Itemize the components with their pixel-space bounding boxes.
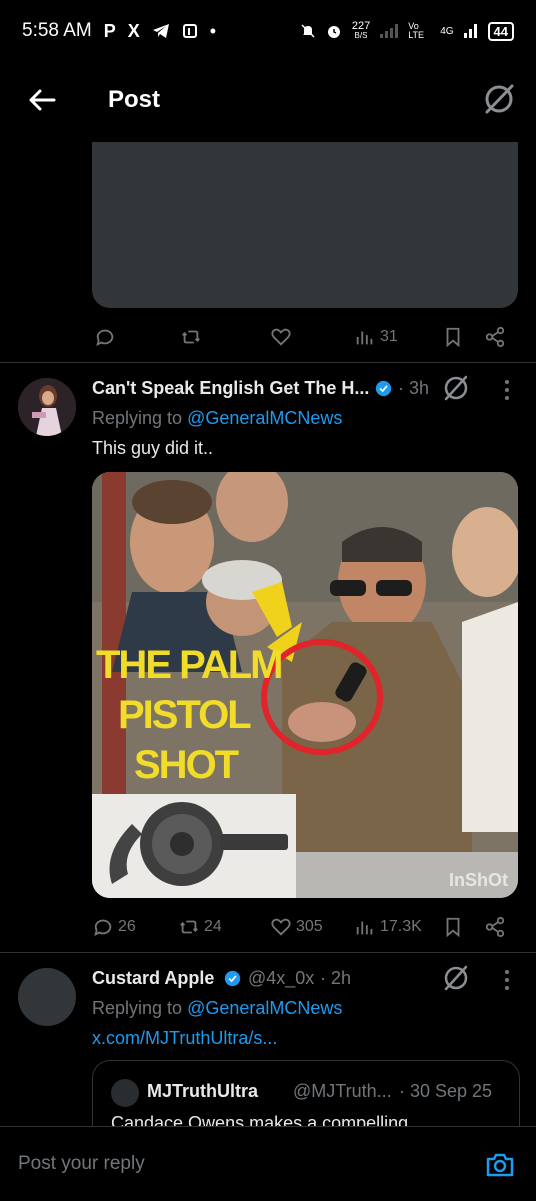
- reply-bar: Post your reply: [0, 1126, 536, 1201]
- share-button[interactable]: [484, 326, 506, 348]
- reply-icon: [94, 919, 112, 937]
- heart-icon: [271, 328, 291, 346]
- top-bar: Post: [0, 62, 536, 142]
- replying-handle-link[interactable]: @GeneralMCNews: [187, 408, 342, 428]
- share-icon: [485, 916, 505, 938]
- quote-time: · 30 Sep 25: [399, 1081, 493, 1101]
- views-icon: [356, 921, 373, 935]
- reply-count: 26: [118, 918, 136, 935]
- bookmark-icon: [446, 917, 460, 938]
- data-speed: 227 B/S: [351, 20, 371, 41]
- tweet-link[interactable]: x.com/MJTruthUltra/s...: [92, 1028, 277, 1049]
- network-4g: 4G: [440, 25, 454, 37]
- share-icon: [485, 326, 505, 348]
- telegram-icon: [152, 24, 169, 38]
- back-arrow-icon[interactable]: [26, 84, 58, 116]
- tweet-time: · 2h: [320, 968, 352, 988]
- dot-icon: •: [209, 20, 217, 41]
- like-button[interactable]: 305: [270, 916, 323, 938]
- battery-indicator: 44: [487, 21, 514, 41]
- repost-button[interactable]: 24: [178, 916, 222, 938]
- status-time: 5:58 AM: [22, 20, 92, 41]
- bookmark-button[interactable]: [442, 326, 464, 348]
- replying-to: Replying to @GeneralMCNews: [92, 998, 343, 1018]
- post-actions-bar: 31: [92, 322, 518, 352]
- replying-handle-link[interactable]: @GeneralMCNews: [187, 998, 342, 1018]
- app-x-icon: X: [127, 20, 140, 41]
- verified-badge-icon: [224, 970, 241, 987]
- verified-badge-icon: [375, 380, 392, 397]
- reply-icon: [96, 329, 114, 347]
- watermark: InShOt: [449, 870, 508, 890]
- reply-button[interactable]: 26: [92, 916, 136, 938]
- views-count: 17.3K: [380, 918, 422, 935]
- tweet-image[interactable]: THE PALM PISTOL SHOT InShOt: [92, 472, 518, 898]
- alarm-icon: [327, 26, 340, 38]
- palm-pistol-image: [109, 802, 288, 886]
- mute-icon: [301, 24, 315, 38]
- heart-icon: [271, 918, 291, 936]
- tweet-time: · 3h: [398, 378, 430, 398]
- tweet-author[interactable]: Can't Speak English Get The H...: [92, 378, 369, 399]
- tweet-text: This guy did it..: [92, 438, 214, 458]
- like-count: 305: [296, 918, 323, 935]
- grok-icon[interactable]: [482, 82, 516, 116]
- bookmark-icon: [446, 327, 460, 348]
- app-p-icon: P: [103, 20, 116, 41]
- page-title: Post: [108, 86, 161, 113]
- image-caption: THE PALM PISTOL SHOT: [96, 643, 283, 787]
- repost-button[interactable]: [180, 326, 202, 348]
- views-icon: [356, 331, 373, 345]
- grok-icon[interactable]: [442, 964, 470, 992]
- reply-button[interactable]: [94, 326, 116, 348]
- quote-handle: @MJTruth...: [293, 1081, 392, 1101]
- notification-icon: [182, 24, 197, 38]
- avatar-image: [18, 378, 76, 436]
- signal-icon: [380, 24, 399, 38]
- post-media-placeholder[interactable]: [92, 142, 518, 308]
- status-bar: 5:58 AM P X • 227 B/S Vo LTE 4G 44: [0, 0, 536, 62]
- views-count: 31: [380, 328, 398, 345]
- tweet-actions-bar: 26 24 305 17.3K: [92, 912, 518, 942]
- avatar[interactable]: [18, 968, 76, 1026]
- repost-icon: [180, 920, 198, 934]
- more-options-icon[interactable]: [504, 968, 510, 992]
- replying-to: Replying to @GeneralMCNews: [92, 408, 343, 428]
- volte-label: Vo LTE: [408, 21, 425, 40]
- views-button[interactable]: 31: [354, 326, 398, 348]
- bookmark-button[interactable]: [442, 916, 464, 938]
- divider: [0, 362, 536, 363]
- tweet-handle[interactable]: @4x_0x: [248, 968, 314, 989]
- like-button[interactable]: [270, 326, 292, 348]
- more-options-icon[interactable]: [504, 378, 510, 402]
- grok-icon[interactable]: [442, 374, 470, 402]
- inset-photo: [92, 794, 296, 898]
- quote-avatar: [111, 1079, 139, 1107]
- signal-strong-icon: [463, 24, 477, 38]
- tweet-author[interactable]: Custard Apple: [92, 968, 214, 989]
- quote-author: MJTruthUltra: [147, 1081, 259, 1101]
- repost-count: 24: [204, 918, 222, 935]
- views-button[interactable]: 17.3K: [354, 916, 422, 938]
- avatar[interactable]: [18, 378, 76, 436]
- repost-icon: [182, 330, 200, 344]
- reply-input[interactable]: Post your reply: [18, 1153, 145, 1175]
- camera-icon[interactable]: [484, 1149, 516, 1181]
- divider: [0, 952, 536, 953]
- share-button[interactable]: [484, 916, 506, 938]
